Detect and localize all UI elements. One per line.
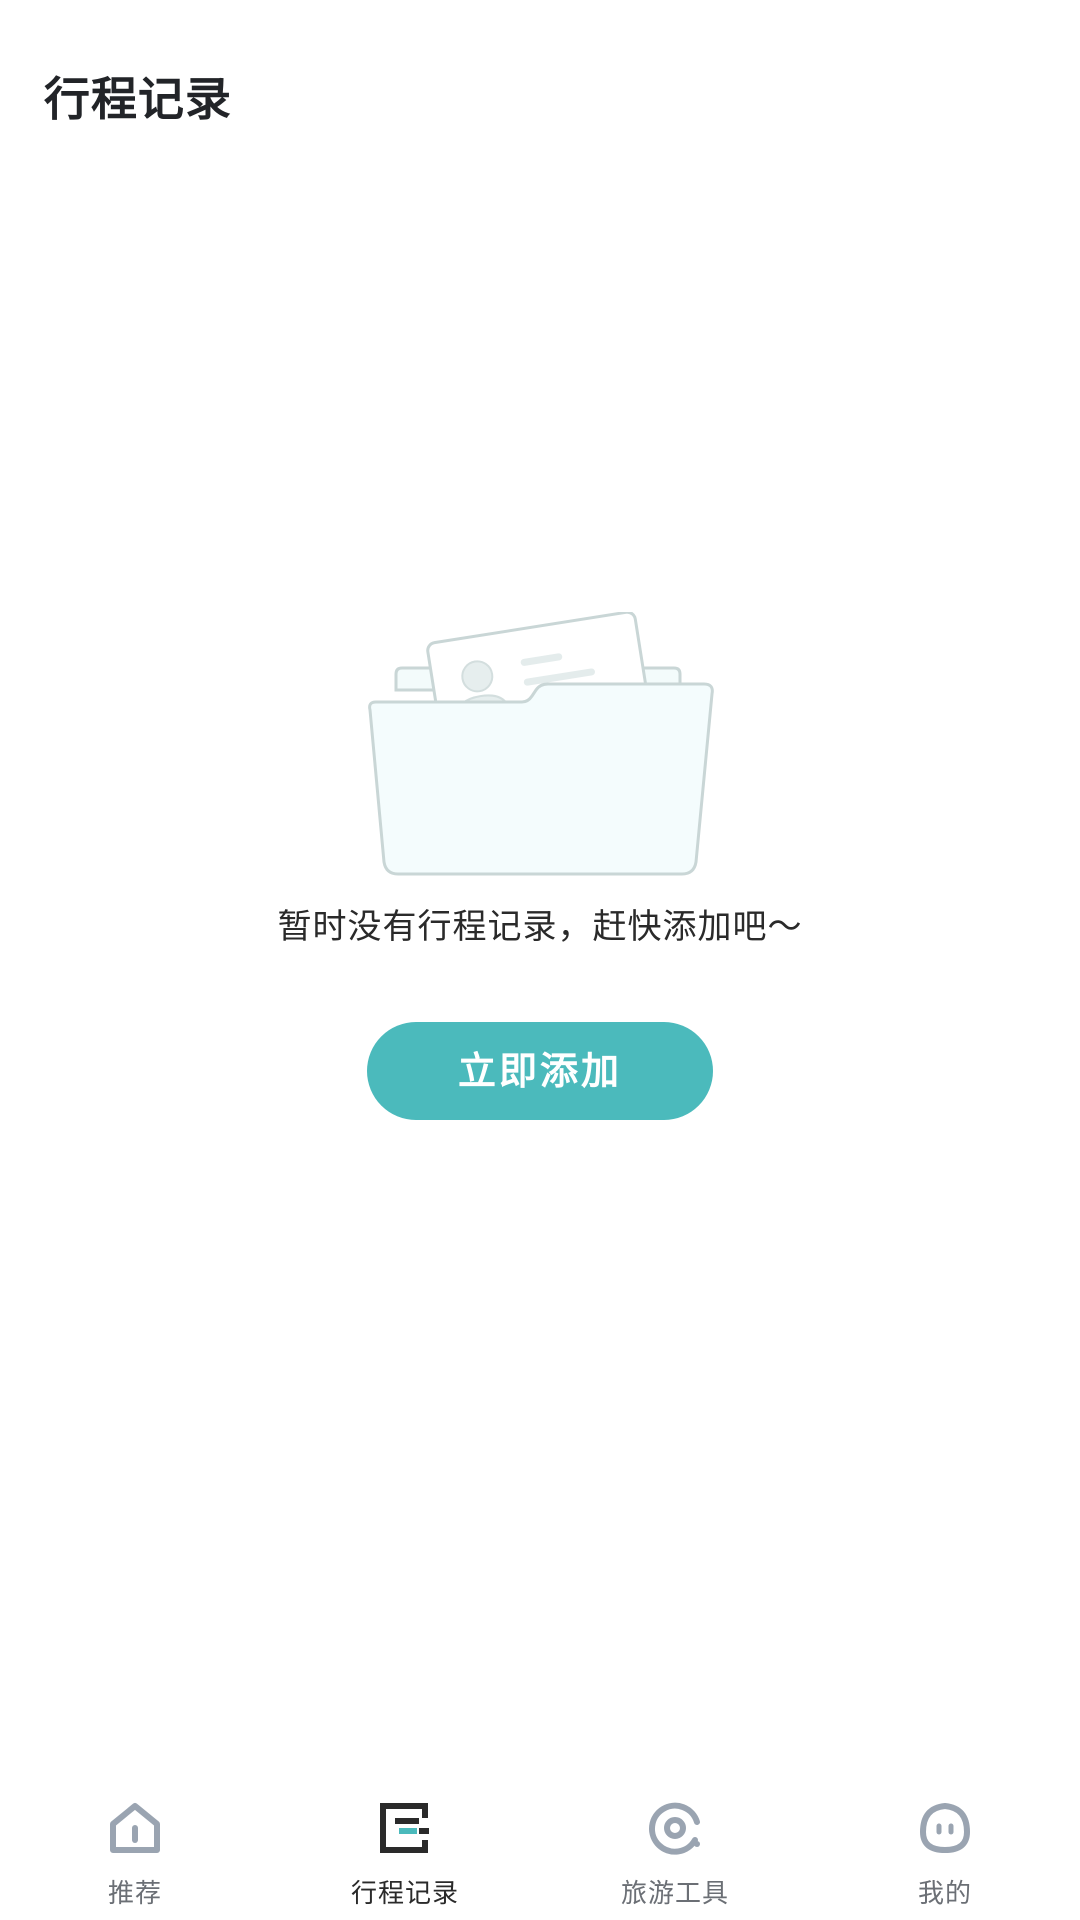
- nav-item-mine[interactable]: 我的: [810, 1780, 1080, 1920]
- itinerary-icon: [380, 1803, 429, 1853]
- nav-label: 推荐: [107, 1879, 162, 1909]
- empty-message: 暂时没有行程记录，赶快添加吧～: [277, 907, 803, 947]
- nav-item-recommend[interactable]: 推荐: [0, 1780, 270, 1920]
- nav-label: 旅游工具: [620, 1879, 729, 1909]
- bottom-navigation: 推荐 行程记录 旅游工具 我的: [0, 1780, 1080, 1920]
- add-now-button[interactable]: 立即添加: [367, 1022, 713, 1120]
- page-title: 行程记录: [44, 72, 232, 126]
- home-icon: [110, 1803, 160, 1853]
- nav-item-itinerary[interactable]: 行程记录: [270, 1780, 540, 1920]
- nav-label: 我的: [917, 1879, 972, 1909]
- tools-eye-icon: [649, 1802, 700, 1855]
- profile-face-icon: [920, 1803, 970, 1853]
- nav-label: 行程记录: [350, 1879, 459, 1909]
- folder-with-profile-card-icon: [368, 612, 714, 876]
- nav-item-travel-tools[interactable]: 旅游工具: [540, 1780, 810, 1920]
